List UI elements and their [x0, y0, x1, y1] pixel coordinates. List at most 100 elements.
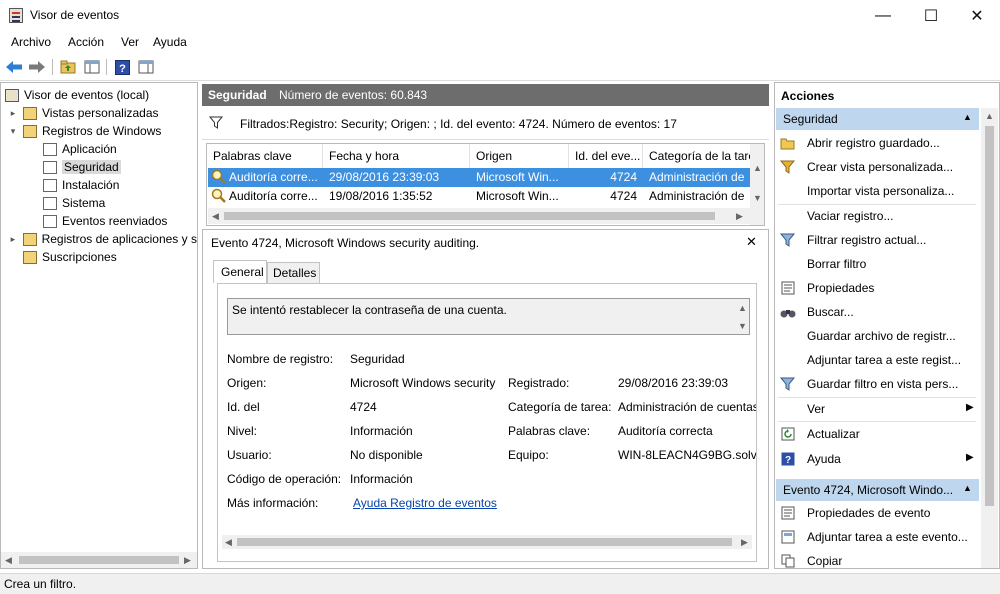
- log-icon: [43, 196, 57, 210]
- collapse-arrow-icon[interactable]: ▾: [7, 126, 19, 137]
- event-description-box[interactable]: Se intentó restablecer la contraseña de …: [227, 298, 750, 335]
- action-import-custom-view[interactable]: Importar vista personaliza...: [778, 179, 978, 203]
- field-value-task-category: Administración de cuentas: [618, 400, 756, 414]
- scroll-up-icon[interactable]: ▲: [985, 111, 994, 121]
- tree-item-instalacion[interactable]: Instalación: [43, 176, 119, 194]
- scrollbar-thumb[interactable]: [224, 212, 715, 220]
- action-attach-task-to-log[interactable]: Adjuntar tarea a este regist...: [778, 348, 978, 372]
- audit-success-icon: [211, 169, 227, 188]
- scrollbar-thumb[interactable]: [237, 538, 732, 546]
- submenu-arrow-icon: ▶: [966, 402, 974, 413]
- folder-up-icon[interactable]: [58, 57, 78, 77]
- action-find[interactable]: Buscar...: [778, 300, 978, 324]
- log-name: Seguridad: [208, 88, 267, 102]
- tree-item-seguridad[interactable]: Seguridad: [43, 158, 121, 176]
- field-value-logged: 29/08/2016 23:39:03: [618, 376, 729, 390]
- event-viewer-icon: [5, 88, 19, 102]
- actions-vertical-scrollbar[interactable]: ▲: [981, 108, 998, 568]
- menu-ver[interactable]: Ver: [121, 35, 139, 49]
- tree-item-custom-views[interactable]: ▸ Vistas personalizadas: [7, 104, 159, 122]
- close-detail-icon[interactable]: ✕: [746, 234, 757, 250]
- collapse-section-icon[interactable]: ▲: [963, 112, 972, 122]
- folder-icon: [23, 106, 37, 120]
- scroll-right-icon[interactable]: ▶: [741, 537, 748, 548]
- tree-item-app-services-logs[interactable]: ▸ Registros de aplicaciones y s: [7, 230, 197, 248]
- table-horizontal-scrollbar[interactable]: ◀ ▶: [208, 208, 750, 224]
- action-clear-filter[interactable]: Borrar filtro: [778, 252, 978, 276]
- column-header-category[interactable]: Categoría de la tare: [643, 144, 751, 168]
- column-header-date[interactable]: Fecha y hora: [323, 144, 470, 168]
- menu-archivo[interactable]: Archivo: [11, 35, 51, 49]
- scroll-up-icon[interactable]: ▲: [738, 303, 747, 313]
- column-header-keywords[interactable]: Palabras clave: [207, 144, 323, 168]
- scrollbar-thumb[interactable]: [985, 126, 994, 506]
- actions-section-seguridad[interactable]: Seguridad ▲: [776, 108, 979, 130]
- filter-create-icon: [778, 159, 798, 175]
- title-bar: Visor de eventos — ☐ ✕: [0, 0, 1000, 31]
- field-label-keywords: Palabras clave:: [508, 424, 591, 438]
- detail-horizontal-scrollbar[interactable]: ◀ ▶: [222, 535, 752, 549]
- column-header-event-id[interactable]: Id. del eve...: [569, 144, 643, 168]
- table-row[interactable]: Auditoría corre... 29/08/2016 23:39:03 M…: [208, 168, 750, 187]
- action-help-submenu[interactable]: ? Ayuda ▶: [778, 447, 978, 471]
- more-info-link[interactable]: Ayuda Registro de eventos: [353, 496, 497, 510]
- scrollbar-thumb[interactable]: [19, 556, 179, 564]
- action-save-filter-to-view[interactable]: Guardar filtro en vista pers...: [778, 372, 978, 396]
- filter-icon: [208, 116, 224, 132]
- scroll-left-icon[interactable]: ◀: [5, 555, 12, 566]
- action-save-log-file[interactable]: Guardar archivo de registr...: [778, 324, 978, 348]
- window-title: Visor de eventos: [30, 8, 120, 22]
- expand-arrow-icon[interactable]: ▸: [7, 108, 19, 119]
- action-view-submenu[interactable]: Ver ▶: [778, 397, 978, 421]
- action-create-custom-view[interactable]: Crear vista personalizada...: [778, 155, 978, 179]
- table-vertical-scrollbar[interactable]: ▲ ▼: [750, 144, 764, 225]
- actions-section-event[interactable]: Evento 4724, Microsoft Windo... ▲: [776, 479, 979, 501]
- tab-general[interactable]: General: [213, 260, 267, 283]
- scroll-right-icon[interactable]: ▶: [736, 211, 743, 222]
- tree-item-eventos-reenviados[interactable]: Eventos reenviados: [43, 212, 167, 230]
- tab-detalles[interactable]: Detalles: [267, 262, 320, 283]
- properties-icon: [778, 280, 798, 296]
- maximize-button[interactable]: ☐: [908, 0, 954, 31]
- action-refresh[interactable]: Actualizar: [778, 422, 978, 446]
- tree-root[interactable]: Visor de eventos (local): [5, 86, 149, 104]
- action-copy[interactable]: Copiar: [778, 549, 978, 573]
- show-hide-action-pane-icon[interactable]: [136, 57, 156, 77]
- action-open-saved-log[interactable]: Abrir registro guardado...: [778, 131, 978, 155]
- field-label-computer: Equipo:: [508, 448, 549, 462]
- log-icon: [43, 214, 57, 228]
- scroll-down-icon[interactable]: ▼: [738, 321, 747, 331]
- back-icon[interactable]: [4, 57, 24, 77]
- close-button[interactable]: ✕: [954, 0, 1000, 31]
- scroll-right-icon[interactable]: ▶: [184, 555, 191, 566]
- tree-item-aplicacion[interactable]: Aplicación: [43, 140, 117, 158]
- forward-icon[interactable]: [27, 57, 47, 77]
- action-properties[interactable]: Propiedades: [778, 276, 978, 300]
- action-filter-current-log[interactable]: Filtrar registro actual...: [778, 228, 978, 252]
- action-clear-log[interactable]: Vaciar registro...: [778, 204, 978, 228]
- tree-item-suscripciones[interactable]: Suscripciones: [23, 248, 117, 266]
- tree-horizontal-scrollbar[interactable]: ◀ ▶: [1, 552, 197, 568]
- event-description: Se intentó restablecer la contraseña de …: [232, 303, 507, 317]
- event-viewer-app-icon: [9, 8, 23, 23]
- folder-icon: [22, 232, 37, 246]
- action-event-properties[interactable]: Propiedades de evento: [778, 501, 978, 525]
- scroll-up-icon[interactable]: ▲: [753, 163, 762, 173]
- menu-ayuda[interactable]: Ayuda: [153, 35, 187, 49]
- scroll-left-icon[interactable]: ◀: [225, 537, 232, 548]
- tree-item-windows-logs[interactable]: ▾ Registros de Windows: [7, 122, 162, 140]
- action-attach-task-to-event[interactable]: Adjuntar tarea a este evento...: [778, 525, 978, 549]
- expand-arrow-icon[interactable]: ▸: [7, 234, 19, 245]
- help-icon[interactable]: ?: [112, 57, 132, 77]
- scroll-down-icon[interactable]: ▼: [753, 193, 762, 203]
- column-header-source[interactable]: Origen: [470, 144, 569, 168]
- scroll-left-icon[interactable]: ◀: [212, 211, 219, 222]
- show-hide-tree-icon[interactable]: [82, 57, 102, 77]
- filter-description: Filtrados:Registro: Security; Origen: ; …: [240, 117, 677, 131]
- tree-item-sistema[interactable]: Sistema: [43, 194, 105, 212]
- toolbar: ?: [0, 53, 1000, 81]
- minimize-button[interactable]: —: [860, 0, 906, 31]
- menu-accion[interactable]: Acción: [68, 35, 104, 49]
- table-row[interactable]: Auditoría corre... 19/08/2016 1:35:52 Mi…: [208, 187, 750, 206]
- collapse-section-icon[interactable]: ▲: [963, 483, 972, 493]
